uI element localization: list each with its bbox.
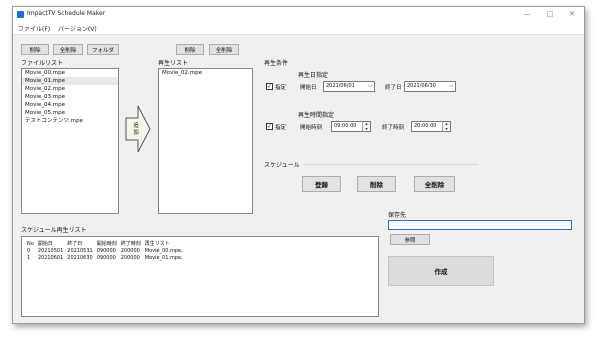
time-specify-label: 指定: [275, 125, 287, 131]
app-window: ImpactTV Schedule Maker — □ ✕ ファイル(F) バー…: [12, 6, 585, 324]
table-cell: 20210601: [37, 254, 64, 261]
start-date-picker[interactable]: 2021/06/01 ⌵: [323, 81, 375, 92]
file-list-item[interactable]: テストコンテンツ.mpe: [22, 117, 118, 125]
schedule-delete-all-button[interactable]: 全削除: [414, 176, 455, 192]
save-path-label: 保存先: [388, 212, 407, 219]
table-cell: Movie_01.mpe,: [144, 254, 183, 261]
end-time-stepper[interactable]: 20:00:00 ▴ ▾: [411, 121, 451, 132]
column-header: 開始時刻: [96, 241, 117, 247]
start-date-value: 2021/06/01: [326, 83, 355, 89]
file-list[interactable]: Movie_00.mpe Movie_01.mpe Movie_02.mpe M…: [21, 68, 119, 214]
table-cell: 200000: [120, 254, 140, 261]
schedule-delete-button[interactable]: 削除: [357, 176, 396, 192]
close-button[interactable]: ✕: [561, 7, 583, 22]
start-time-stepper[interactable]: 09:00:00 ▴ ▾: [331, 121, 371, 132]
menu-version[interactable]: バージョン(V): [58, 24, 97, 33]
schedule-list-label: スケジュール再生リスト: [21, 227, 87, 234]
end-date-value: 2021/06/30: [407, 83, 436, 89]
window-title: ImpactTV Schedule Maker: [27, 10, 106, 17]
column-header: 再生リスト: [144, 241, 170, 247]
minimize-button[interactable]: —: [516, 7, 538, 22]
playlist[interactable]: Movie_02.mpe: [158, 68, 253, 214]
date-specify-checkbox[interactable]: ✓: [266, 83, 273, 90]
end-date-label: 終了日: [385, 85, 402, 91]
folder-button[interactable]: フォルダ: [87, 44, 119, 55]
file-list-item[interactable]: Movie_01.mpe: [22, 77, 118, 85]
date-group-label: 再生日指定: [298, 72, 329, 79]
file-list-item[interactable]: Movie_04.mpe: [22, 101, 118, 109]
table-cell: 20210531: [67, 247, 93, 254]
column-header: 終了日: [67, 241, 83, 247]
table-header-row: No 開始日 終了日 開始時刻 終了時刻 再生リスト: [25, 240, 185, 248]
menu-file[interactable]: ファイル(F): [18, 24, 50, 33]
spin-arrows-icon[interactable]: ▴ ▾: [362, 121, 370, 131]
date-specify-label: 指定: [275, 85, 287, 91]
table-cell: 1: [27, 254, 31, 261]
playlist-label: 再生リスト: [158, 60, 189, 67]
end-date-picker[interactable]: 2021/06/30 ⌵: [404, 81, 456, 92]
add-to-playlist-button[interactable]: 追加: [125, 104, 151, 154]
file-list-label: ファイルリスト: [21, 60, 64, 67]
app-icon: [17, 11, 24, 18]
table-cell: 20210501: [37, 247, 64, 254]
spin-arrows-icon[interactable]: ▴ ▾: [442, 121, 450, 131]
file-delete-button[interactable]: 削除: [21, 44, 49, 55]
create-button[interactable]: 作成: [388, 256, 494, 286]
file-delete-all-button[interactable]: 全削除: [53, 44, 83, 55]
column-header: 開始日: [37, 241, 53, 247]
group-divider: [303, 164, 478, 165]
table-cell: 090000: [96, 254, 116, 261]
table-cell: Movie_00.mpe,: [144, 247, 183, 254]
menu-bar: ファイル(F) バージョン(V): [13, 22, 584, 35]
playlist-item[interactable]: Movie_02.mpe: [159, 69, 252, 77]
file-list-item[interactable]: Movie_02.mpe: [22, 85, 118, 93]
save-path-input[interactable]: [388, 220, 572, 230]
end-time-value: 20:00:00: [414, 123, 437, 129]
add-label: 追加: [133, 123, 139, 136]
conditions-label: 再生条件: [264, 60, 289, 67]
playlist-delete-button[interactable]: 削除: [176, 44, 204, 55]
maximize-button[interactable]: □: [539, 7, 561, 22]
start-date-label: 開始日: [300, 85, 317, 91]
playlist-delete-all-button[interactable]: 全削除: [209, 44, 239, 55]
chevron-down-icon: ⌵: [368, 83, 372, 89]
file-list-item[interactable]: Movie_05.mpe: [22, 109, 118, 117]
schedule-table: No 開始日 終了日 開始時刻 終了時刻 再生リスト 0 20210501 20…: [25, 240, 185, 261]
title-bar: ImpactTV Schedule Maker — □ ✕: [13, 7, 584, 22]
register-button[interactable]: 登録: [302, 176, 341, 192]
table-row[interactable]: 1 20210601 20210630 090000 200000 Movie_…: [25, 254, 185, 261]
table-row[interactable]: 0 20210501 20210531 090000 200000 Movie_…: [25, 247, 185, 254]
schedule-list[interactable]: No 開始日 終了日 開始時刻 終了時刻 再生リスト 0 20210501 20…: [21, 236, 379, 317]
table-cell: 20210630: [67, 254, 93, 261]
save-path-value: [389, 222, 391, 228]
table-cell: 0: [27, 247, 31, 254]
table-cell: 200000: [120, 247, 140, 254]
file-list-item[interactable]: Movie_03.mpe: [22, 93, 118, 101]
column-header: No: [27, 240, 34, 247]
column-header: 終了時刻: [120, 241, 141, 247]
end-time-label: 終了時刻: [382, 125, 405, 131]
time-specify-checkbox[interactable]: ✓: [266, 123, 273, 130]
file-list-item[interactable]: Movie_00.mpe: [22, 69, 118, 77]
start-time-label: 開始時刻: [300, 125, 323, 131]
chevron-down-icon: ⌵: [449, 83, 453, 89]
table-cell: 090000: [96, 247, 116, 254]
browse-button[interactable]: 参照: [390, 234, 430, 245]
start-time-value: 09:00:00: [334, 123, 357, 129]
time-group-label: 再生時間指定: [298, 112, 335, 119]
schedule-label: スケジュール: [264, 162, 300, 169]
